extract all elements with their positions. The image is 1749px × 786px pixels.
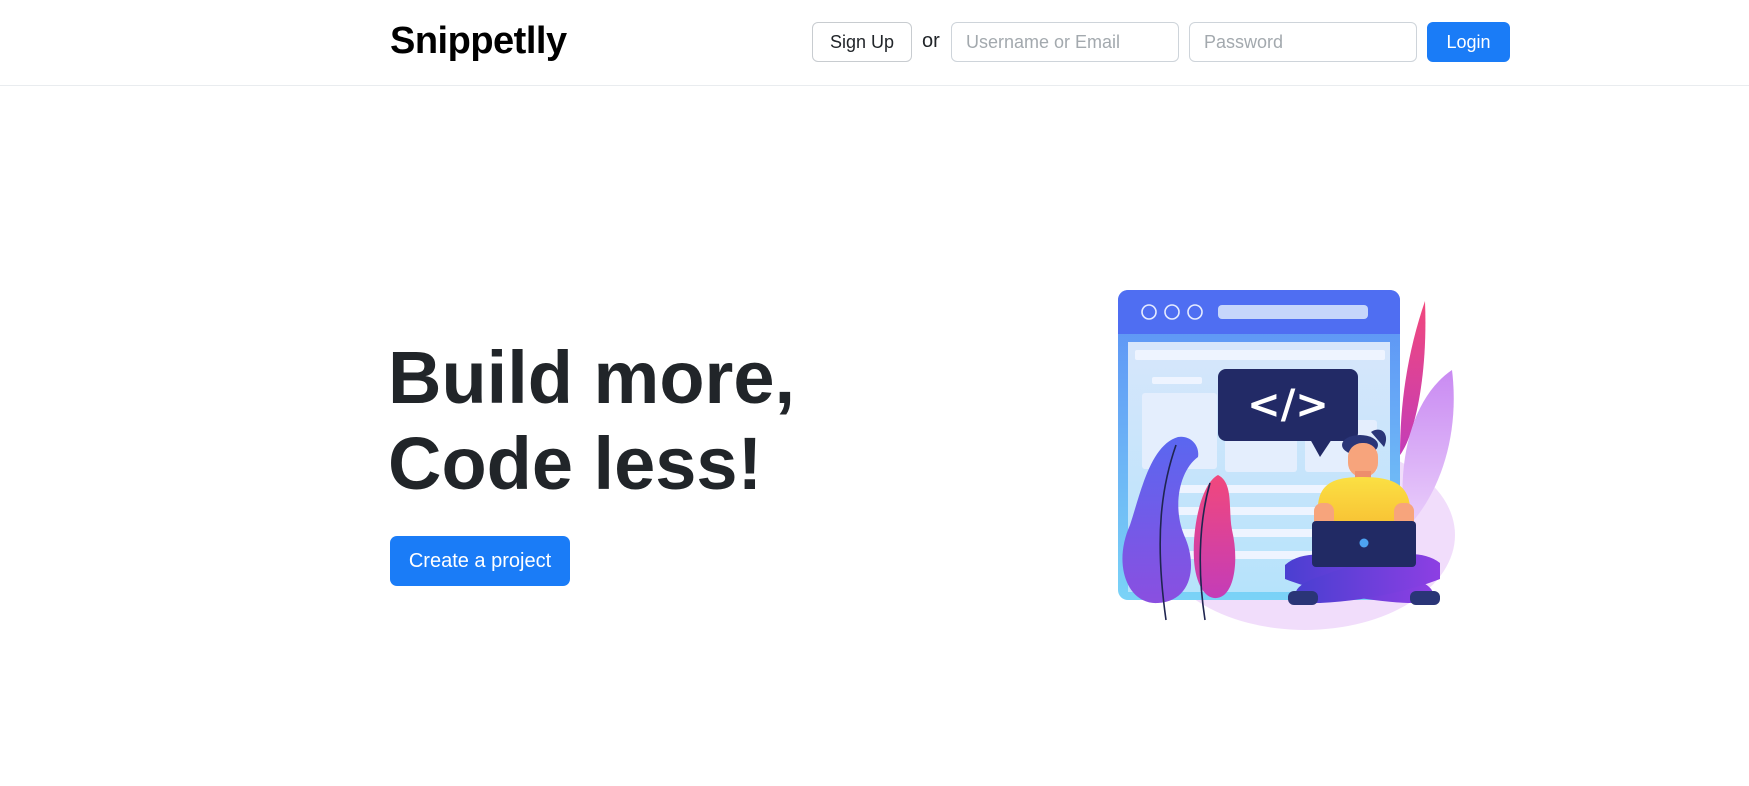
password-input[interactable]	[1189, 22, 1417, 62]
code-glyph: </>	[1247, 382, 1329, 428]
username-input[interactable]	[951, 22, 1179, 62]
create-project-button[interactable]: Create a project	[390, 536, 570, 586]
hero-title: Build more, Code less!	[388, 335, 795, 507]
navbar: Snippetlly Sign Up or Login	[0, 0, 1749, 86]
developer-illustration-icon: </>	[1118, 290, 1455, 630]
or-separator: or	[922, 30, 940, 52]
hero-title-line-2: Code less!	[388, 422, 763, 505]
sign-up-button[interactable]: Sign Up	[812, 22, 912, 62]
hero-title-line-1: Build more,	[388, 336, 796, 419]
brand-logo[interactable]: Snippetlly	[390, 20, 567, 63]
login-button[interactable]: Login	[1427, 22, 1510, 62]
